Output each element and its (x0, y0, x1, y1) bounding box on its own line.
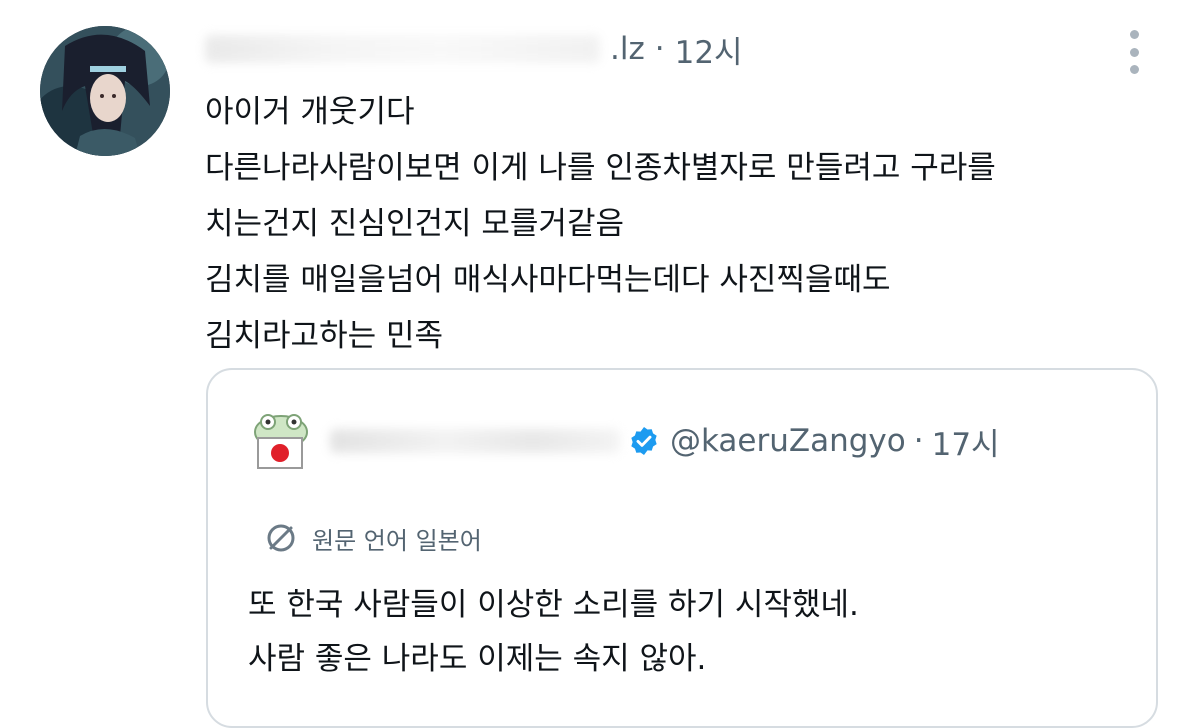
verified-badge-icon (631, 427, 657, 455)
quoted-text: 또 한국 사람들이 이상한 소리를 하기 시작했네. 사람 좋은 나라도 이제는… (248, 578, 1128, 686)
avatar[interactable] (40, 26, 170, 156)
tweet-line: 김치라고하는 민족 (205, 318, 444, 354)
quoted-tweet[interactable]: @kaeruZangyo · 17시 원문 언어 일본어 또 한국 사람들이 이… (206, 368, 1158, 728)
tweet-header: .lz · 12시 (205, 24, 743, 74)
separator-dot: · (654, 31, 665, 67)
blurred-display-name (205, 35, 600, 63)
blurred-display-name (330, 429, 620, 453)
quoted-avatar[interactable] (248, 408, 314, 474)
user-handle[interactable]: .lz (610, 31, 645, 67)
more-vertical-icon[interactable] (1122, 30, 1146, 74)
more-dot (1129, 65, 1139, 74)
quoted-header: @kaeruZangyo · 17시 (330, 416, 1000, 466)
translate-icon (267, 524, 295, 552)
quoted-line: 사람 좋은 나라도 이제는 속지 않아. (248, 641, 707, 677)
tweet-line: 다른나라사람이보면 이게 나를 인종차별자로 만들려고 구라를 (205, 150, 996, 186)
tweet-line: 치는건지 진심인건지 모를거같음 (205, 206, 624, 242)
tweet-line: 김치를 매일을넘어 매식사마다먹는데다 사진찍을때도 (205, 262, 891, 298)
more-dot (1129, 30, 1139, 39)
quoted-user-handle[interactable]: @kaeruZangyo (670, 423, 906, 459)
tweet-time[interactable]: 12시 (675, 27, 743, 72)
tweet-line: 아이거 개웃기다 (205, 94, 415, 130)
tweet-text: 아이거 개웃기다 다른나라사람이보면 이게 나를 인종차별자로 만들려고 구라를… (205, 84, 1165, 364)
quoted-line: 또 한국 사람들이 이상한 소리를 하기 시작했네. (248, 587, 859, 623)
translation-note[interactable]: 원문 언어 일본어 (264, 520, 482, 556)
separator-dot: · (913, 423, 924, 459)
more-dot (1129, 47, 1139, 57)
quoted-time[interactable]: 17시 (932, 419, 1000, 464)
translation-label: 원문 언어 일본어 (312, 526, 482, 555)
